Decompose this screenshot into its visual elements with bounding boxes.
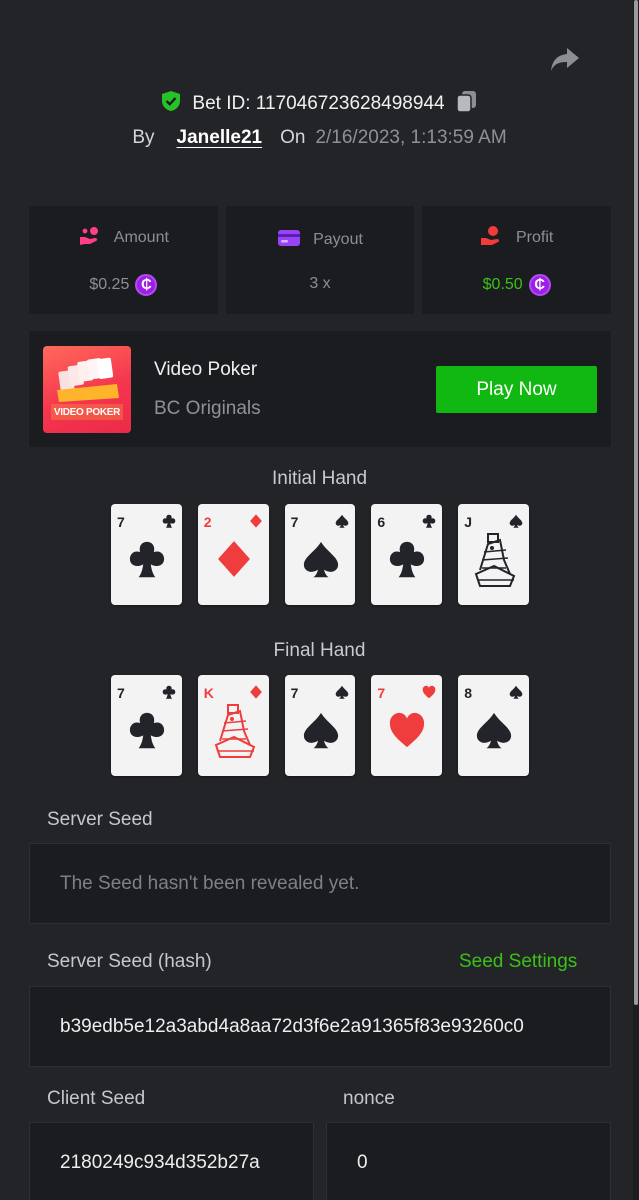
card-rank: K	[203, 685, 214, 701]
playing-card: K	[197, 675, 269, 776]
video-poker-thumbnail[interactable]: VIDEO POKER	[43, 346, 131, 433]
playing-card: 7	[284, 675, 356, 776]
playing-card: 7	[284, 504, 356, 605]
spade-suit-icon	[302, 709, 340, 751]
amount-stat: Amount $0.25 ₵	[29, 206, 218, 314]
final-hand: 7 K 7 7 8	[111, 675, 529, 776]
client-seed-value: 2180249c934d352b27a	[60, 1151, 260, 1173]
thumbnail-text: VIDEO POKER	[53, 407, 121, 418]
profit-label: Profit	[516, 229, 554, 246]
diamond-suit-icon	[249, 514, 263, 528]
coin-icon: ₵	[135, 273, 158, 296]
profit-stat: Profit $0.50 ₵	[422, 206, 612, 314]
server-seed-label: Server Seed	[47, 809, 153, 830]
username-link[interactable]: Janelle21	[177, 127, 263, 149]
card-wallet-icon	[277, 228, 301, 253]
face-card-illustration	[210, 701, 258, 759]
card-rank: 7	[377, 685, 386, 701]
final-hand-title: Final Hand	[273, 640, 366, 661]
server-seed-hash-value: b39edb5e12a3abd4a8aa72d3f6e2a91365f83e93…	[60, 1015, 524, 1037]
playing-card: J	[458, 504, 529, 605]
payout-value: 3 x	[309, 274, 331, 292]
bet-id-row: Bet ID: 117046723628498944	[0, 89, 639, 119]
playing-card: 2	[197, 504, 269, 605]
bet-datetime: 2/16/2023, 1:13:59 AM	[315, 127, 507, 148]
copy-icon[interactable]	[455, 89, 479, 119]
game-provider: BC Originals	[154, 398, 261, 419]
club-suit-icon	[422, 514, 436, 528]
server-seed-hash-field[interactable]: b39edb5e12a3abd4a8aa72d3f6e2a91365f83e93…	[29, 986, 611, 1067]
nonce-value: 0	[357, 1151, 368, 1173]
payout-label: Payout	[313, 231, 363, 248]
nonce-field[interactable]: 0	[326, 1122, 611, 1200]
game-name[interactable]: Video Poker	[154, 359, 257, 381]
game-card: VIDEO POKER Video Poker BC Originals Pla…	[29, 331, 611, 447]
card-rank: 2	[203, 514, 212, 530]
playing-card: 7	[371, 675, 443, 776]
card-rank: 7	[117, 514, 125, 530]
club-suit-icon	[162, 514, 176, 528]
card-rank: 7	[290, 514, 299, 530]
server-seed-hash-label: Server Seed (hash)	[47, 951, 212, 972]
seed-settings-link[interactable]: Seed Settings	[459, 951, 577, 973]
playing-card: 6	[371, 504, 443, 605]
diamond-suit-icon	[249, 685, 263, 699]
client-seed-field[interactable]: 2180249c934d352b27a	[29, 1122, 314, 1200]
heart-suit-icon	[422, 685, 436, 699]
hand-coin-icon	[78, 225, 102, 252]
spade-suit-icon	[335, 514, 349, 528]
scrollbar-thumb[interactable]	[634, 0, 638, 1005]
club-suit-icon	[128, 538, 166, 580]
spade-suit-icon	[509, 685, 523, 699]
face-card-illustration	[470, 530, 518, 588]
by-label: By	[132, 127, 155, 148]
initial-hand: 7 2 7 6 J	[111, 504, 529, 605]
playing-card: 7	[111, 675, 182, 776]
share-icon[interactable]	[548, 44, 582, 74]
hand-money-icon	[480, 225, 504, 252]
bet-byline: By Janelle21 On 2/16/2023, 1:13:59 AM	[0, 127, 639, 149]
playing-card: 7	[111, 504, 182, 605]
bet-id-label: Bet ID:	[192, 93, 251, 114]
bet-id-value: 117046723628498944	[255, 93, 445, 114]
diamond-suit-icon	[215, 538, 253, 580]
spade-suit-icon	[475, 709, 513, 751]
shield-check-icon	[160, 90, 182, 118]
on-label: On	[280, 127, 306, 148]
nonce-label: nonce	[343, 1088, 395, 1109]
club-suit-icon	[128, 709, 166, 751]
initial-hand-title: Initial Hand	[271, 468, 368, 489]
spade-suit-icon	[509, 514, 523, 528]
play-now-button[interactable]: Play Now	[436, 366, 597, 413]
spade-suit-icon	[302, 538, 340, 580]
client-seed-label: Client Seed	[47, 1088, 146, 1109]
coin-icon: ₵	[528, 273, 551, 296]
card-rank: 7	[117, 685, 125, 701]
spade-suit-icon	[335, 685, 349, 699]
payout-stat: Payout 3 x	[225, 206, 415, 314]
card-rank: 7	[290, 685, 299, 701]
heart-suit-icon	[388, 709, 426, 751]
profit-value: $0.50	[482, 275, 523, 293]
amount-label: Amount	[113, 229, 169, 246]
card-rank: 8	[464, 685, 472, 701]
amount-value: $0.25	[89, 275, 130, 293]
bet-stats: Amount $0.25 ₵ Payout 3 x Profit $0.50 ₵	[29, 206, 612, 314]
playing-card: 8	[458, 675, 529, 776]
card-rank: J	[464, 514, 472, 530]
club-suit-icon	[162, 685, 176, 699]
server-seed-value: The Seed hasn't been revealed yet.	[60, 872, 360, 894]
server-seed-field: The Seed hasn't been revealed yet.	[29, 843, 611, 924]
club-suit-icon	[388, 538, 426, 580]
card-rank: 6	[377, 514, 386, 530]
